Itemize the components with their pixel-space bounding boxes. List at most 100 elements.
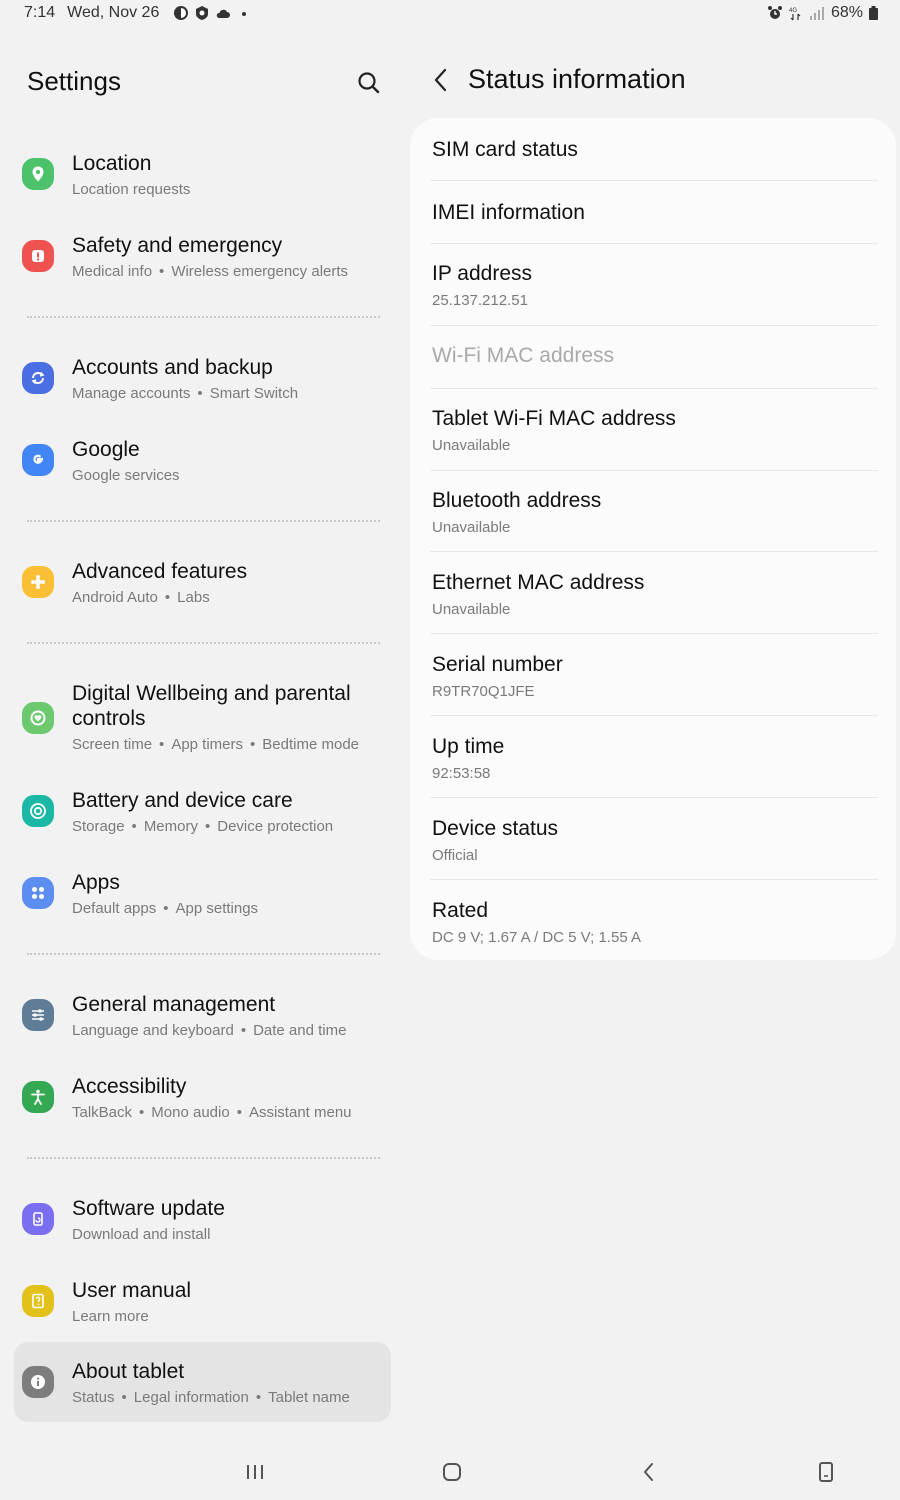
recent-apps-icon	[247, 1465, 263, 1479]
puzzle-icon	[22, 566, 54, 598]
notification-app-icon	[174, 6, 189, 20]
alarm-icon	[767, 6, 782, 19]
item-title: Accessibility	[72, 1075, 187, 1098]
row-ethernet-mac-address: Ethernet MAC address Unavailable	[432, 569, 878, 629]
row-divider	[430, 633, 878, 634]
row-rated: Rated DC 9 V; 1.67 A / DC 5 V; 1.55 A	[432, 897, 878, 957]
row-title: SIM card status	[432, 138, 578, 161]
row-title: IMEI information	[432, 201, 585, 224]
row-divider	[430, 715, 878, 716]
item-subtitle: Screen time • App timers • Bedtime mode	[72, 736, 359, 753]
row-title: Tablet Wi-Fi MAC address	[432, 407, 676, 430]
section-divider	[27, 953, 380, 955]
row-device-status: Device status Official	[432, 815, 878, 875]
row-divider	[430, 470, 878, 471]
settings-item-accounts[interactable]: Accounts and backup Manage accounts • Smar…	[14, 354, 391, 414]
settings-item-about-tablet[interactable]: About tablet Status • Legal information • Ta…	[14, 1358, 391, 1418]
device-care-icon	[22, 795, 54, 827]
row-wifi-mac-address: Wi-Fi MAC address	[432, 334, 878, 384]
item-title: Google	[72, 438, 140, 461]
back-icon	[644, 1463, 653, 1481]
page-title: Settings	[27, 66, 121, 96]
cloud-icon	[217, 9, 231, 18]
status-info-card: SIM card status IMEI information IP addr…	[410, 118, 896, 960]
wellbeing-icon	[22, 702, 54, 734]
item-title: Software update	[72, 1197, 225, 1220]
row-title: Ethernet MAC address	[432, 571, 645, 594]
row-title: Device status	[432, 817, 559, 840]
settings-item-accessibility[interactable]: Accessibility TalkBack • Mono audio • Assist…	[14, 1073, 391, 1133]
shield-notification-icon	[196, 6, 209, 20]
item-subtitle: Manage accounts • Smart Switch	[72, 385, 299, 402]
item-title: Accounts and backup	[72, 356, 273, 379]
item-title: Apps	[72, 871, 120, 894]
row-bluetooth-address: Bluetooth address Unavailable	[432, 487, 878, 547]
row-value: 25.137.212.51	[432, 292, 528, 309]
update-icon	[22, 1203, 54, 1235]
item-subtitle: Status • Legal information • Tablet name	[72, 1389, 350, 1406]
search-icon	[358, 72, 380, 94]
search-button[interactable]	[354, 68, 384, 98]
section-divider	[27, 1157, 380, 1159]
row-imei-information[interactable]: IMEI information	[432, 191, 878, 241]
item-subtitle: Learn more	[72, 1308, 149, 1325]
back-nav-button[interactable]	[634, 1457, 664, 1487]
row-up-time: Up time 92:53:58	[432, 733, 878, 793]
accessibility-icon	[22, 1081, 54, 1113]
settings-item-digital-wellbeing[interactable]: Digital Wellbeing and parental controls …	[14, 680, 391, 758]
settings-item-apps[interactable]: Apps Default apps • App settings	[14, 869, 391, 929]
item-subtitle: TalkBack • Mono audio • Assistant menu	[72, 1104, 352, 1121]
settings-item-google[interactable]: Google Google services	[14, 436, 391, 496]
item-title: Battery and device care	[72, 789, 293, 812]
detail-title: Status information	[468, 64, 686, 94]
item-title: Digital Wellbeing and parental	[72, 682, 351, 705]
row-value: DC 9 V; 1.67 A / DC 5 V; 1.55 A	[432, 929, 642, 946]
item-subtitle: Medical info • Wireless emergency alerts	[72, 263, 349, 280]
date: Wed, Nov 26	[67, 4, 160, 21]
item-title: User manual	[72, 1279, 192, 1302]
settings-item-battery[interactable]: Battery and device care Storage • Memory • D…	[14, 787, 391, 847]
row-divider	[430, 797, 878, 798]
row-sim-card-status[interactable]: SIM card status	[432, 128, 878, 178]
signal-icon	[809, 7, 824, 20]
rotate-icon	[819, 1462, 833, 1482]
item-subtitle: Android Auto • Labs	[72, 589, 210, 606]
row-value: Unavailable	[432, 519, 511, 536]
row-title: IP address	[432, 262, 533, 285]
sliders-icon	[22, 999, 54, 1031]
row-value: Official	[432, 847, 478, 864]
recent-apps-button[interactable]	[240, 1457, 270, 1487]
back-button[interactable]	[428, 65, 454, 95]
settings-item-general-management[interactable]: General management Language and keyboard…	[14, 991, 391, 1051]
chevron-left-icon	[434, 68, 447, 91]
settings-item-safety[interactable]: Safety and emergency Medical info • Wirele…	[14, 232, 391, 292]
settings-item-software-update[interactable]: Software update Download and install	[14, 1195, 391, 1255]
google-icon	[22, 444, 54, 476]
row-tablet-wifi-mac-address: Tablet Wi-Fi MAC address Unavailable	[432, 405, 878, 465]
home-button[interactable]	[437, 1457, 467, 1487]
row-divider	[430, 180, 878, 181]
status-bar: 7:14 Wed, Nov 26 4G 68%	[0, 0, 900, 30]
settings-item-user-manual[interactable]: User manual Learn more	[14, 1277, 391, 1337]
navigation-bar	[0, 1445, 900, 1500]
more-notifications-icon	[242, 12, 247, 16]
manual-icon	[22, 1285, 54, 1317]
row-divider	[430, 388, 878, 389]
battery-percent: 68%	[830, 4, 863, 21]
home-icon	[443, 1463, 461, 1481]
network-4g-icon: 4G	[789, 8, 801, 21]
item-title: About tablet	[72, 1360, 185, 1383]
row-serial-number: Serial number R9TR70Q1JFE	[432, 651, 878, 711]
section-divider	[27, 520, 380, 522]
row-title: Up time	[432, 735, 505, 758]
section-divider	[27, 642, 380, 644]
info-icon	[22, 1366, 54, 1398]
rotate-screen-button[interactable]	[811, 1457, 841, 1487]
item-subtitle: Language and keyboard • Date and time	[72, 1022, 347, 1039]
row-value: Unavailable	[432, 601, 511, 618]
settings-item-location[interactable]: Location Location requests	[14, 150, 391, 210]
row-title: Wi-Fi MAC address	[432, 344, 615, 367]
battery-icon	[869, 6, 878, 20]
settings-item-advanced-features[interactable]: Advanced features Android Auto • Labs	[14, 558, 391, 618]
row-divider	[430, 325, 878, 326]
